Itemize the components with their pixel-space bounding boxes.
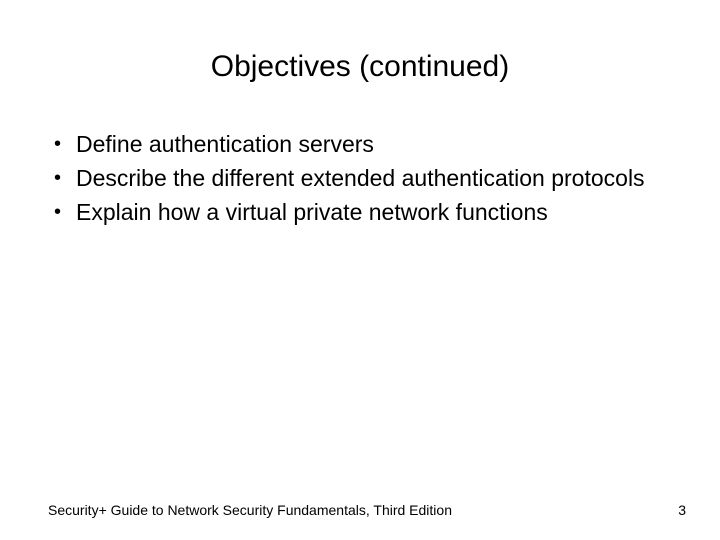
- list-item: Define authentication servers: [40, 130, 680, 160]
- page-number: 3: [678, 502, 686, 518]
- slide-content: Define authentication servers Describe t…: [0, 94, 720, 228]
- list-item: Describe the different extended authenti…: [40, 164, 680, 194]
- slide-title: Objectives (continued): [0, 0, 720, 94]
- slide: Objectives (continued) Define authentica…: [0, 0, 720, 540]
- list-item: Explain how a virtual private network fu…: [40, 198, 680, 228]
- slide-footer: Security+ Guide to Network Security Fund…: [0, 502, 720, 518]
- bullet-list: Define authentication servers Describe t…: [40, 130, 680, 228]
- footer-source: Security+ Guide to Network Security Fund…: [48, 502, 452, 518]
